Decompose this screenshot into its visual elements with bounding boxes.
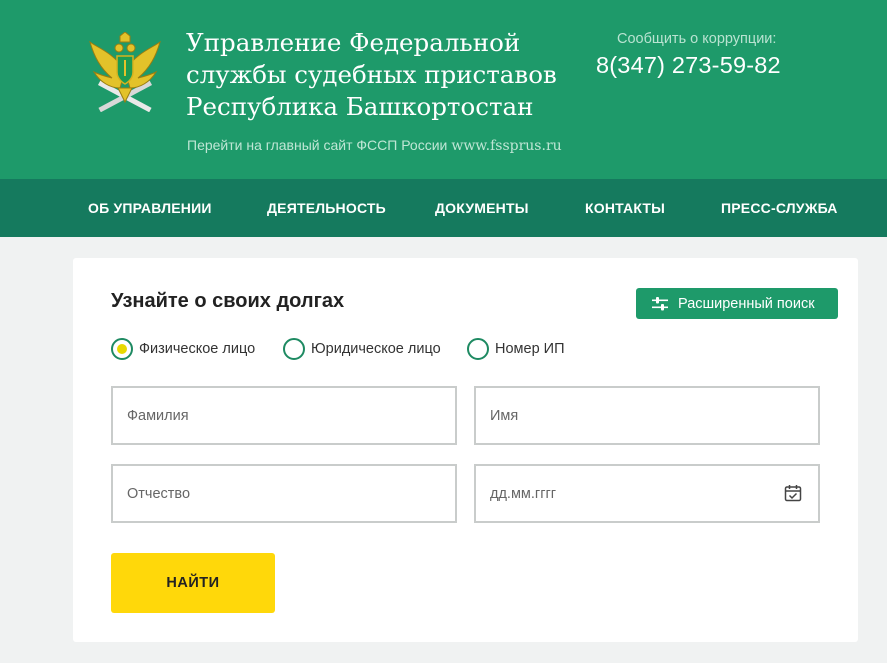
last-name-field[interactable]: Фамилия (111, 386, 457, 445)
first-name-placeholder: Имя (490, 407, 519, 424)
find-button[interactable]: НАЙТИ (111, 553, 275, 613)
debt-search-card: Узнайте о своих долгах Расширенный поиск… (73, 258, 858, 642)
radio-circle[interactable] (283, 338, 305, 360)
advanced-search-label: Расширенный поиск (678, 295, 815, 312)
main-site-link[interactable]: Перейти на главный сайт ФССП России www.f… (187, 137, 562, 154)
fssp-eagle-emblem-icon[interactable] (88, 31, 162, 113)
organization-title[interactable]: Управление Федеральной службы судебных п… (186, 27, 586, 123)
radio-circle[interactable] (467, 338, 489, 360)
first-name-field[interactable]: Имя (474, 386, 820, 445)
patronymic-placeholder: Отчество (127, 485, 191, 502)
main-site-text[interactable]: Перейти на главный сайт ФССП России (187, 137, 447, 153)
nav-item-about[interactable]: ОБ УПРАВЛЕНИИ (88, 200, 212, 216)
sliders-icon (652, 296, 668, 310)
radio-label: Юридическое лицо (311, 341, 441, 357)
last-name-placeholder: Фамилия (127, 407, 189, 424)
search-title: Узнайте о своих долгах (111, 290, 345, 312)
nav-item-press[interactable]: ПРЕСС-СЛУЖБА (721, 200, 838, 216)
radio-ip-number[interactable]: Номер ИП (467, 338, 565, 360)
calendar-check-icon[interactable] (784, 484, 802, 502)
radio-label: Номер ИП (495, 341, 565, 357)
main-navigation: ОБ УПРАВЛЕНИИ ДЕЯТЕЛЬНОСТЬ ДОКУМЕНТЫ КОН… (0, 179, 887, 237)
advanced-search-button[interactable]: Расширенный поиск (636, 288, 838, 319)
radio-label: Физическое лицо (139, 341, 256, 357)
nav-item-activity[interactable]: ДЕЯТЕЛЬНОСТЬ (267, 200, 386, 216)
radio-legal-entity[interactable]: Юридическое лицо (283, 338, 441, 360)
nav-item-documents[interactable]: ДОКУМЕНТЫ (435, 200, 529, 216)
birth-date-field[interactable]: дд.мм.гггг (474, 464, 820, 523)
person-type-radio-group: Физическое лицо Юридическое лицо Номер И… (111, 338, 611, 360)
radio-circle-checked[interactable] (111, 338, 133, 360)
hotline-phone[interactable]: 8(347) 273-59-82 (596, 52, 781, 79)
corruption-report-label: Сообщить о коррупции: (617, 31, 777, 47)
main-site-url[interactable]: www.fssprus.ru (451, 138, 561, 154)
nav-item-contacts[interactable]: КОНТАКТЫ (585, 200, 665, 216)
birth-date-placeholder: дд.мм.гггг (490, 485, 557, 502)
site-header: Управление Федеральной службы судебных п… (0, 0, 887, 179)
patronymic-field[interactable]: Отчество (111, 464, 457, 523)
radio-individual[interactable]: Физическое лицо (111, 338, 255, 360)
